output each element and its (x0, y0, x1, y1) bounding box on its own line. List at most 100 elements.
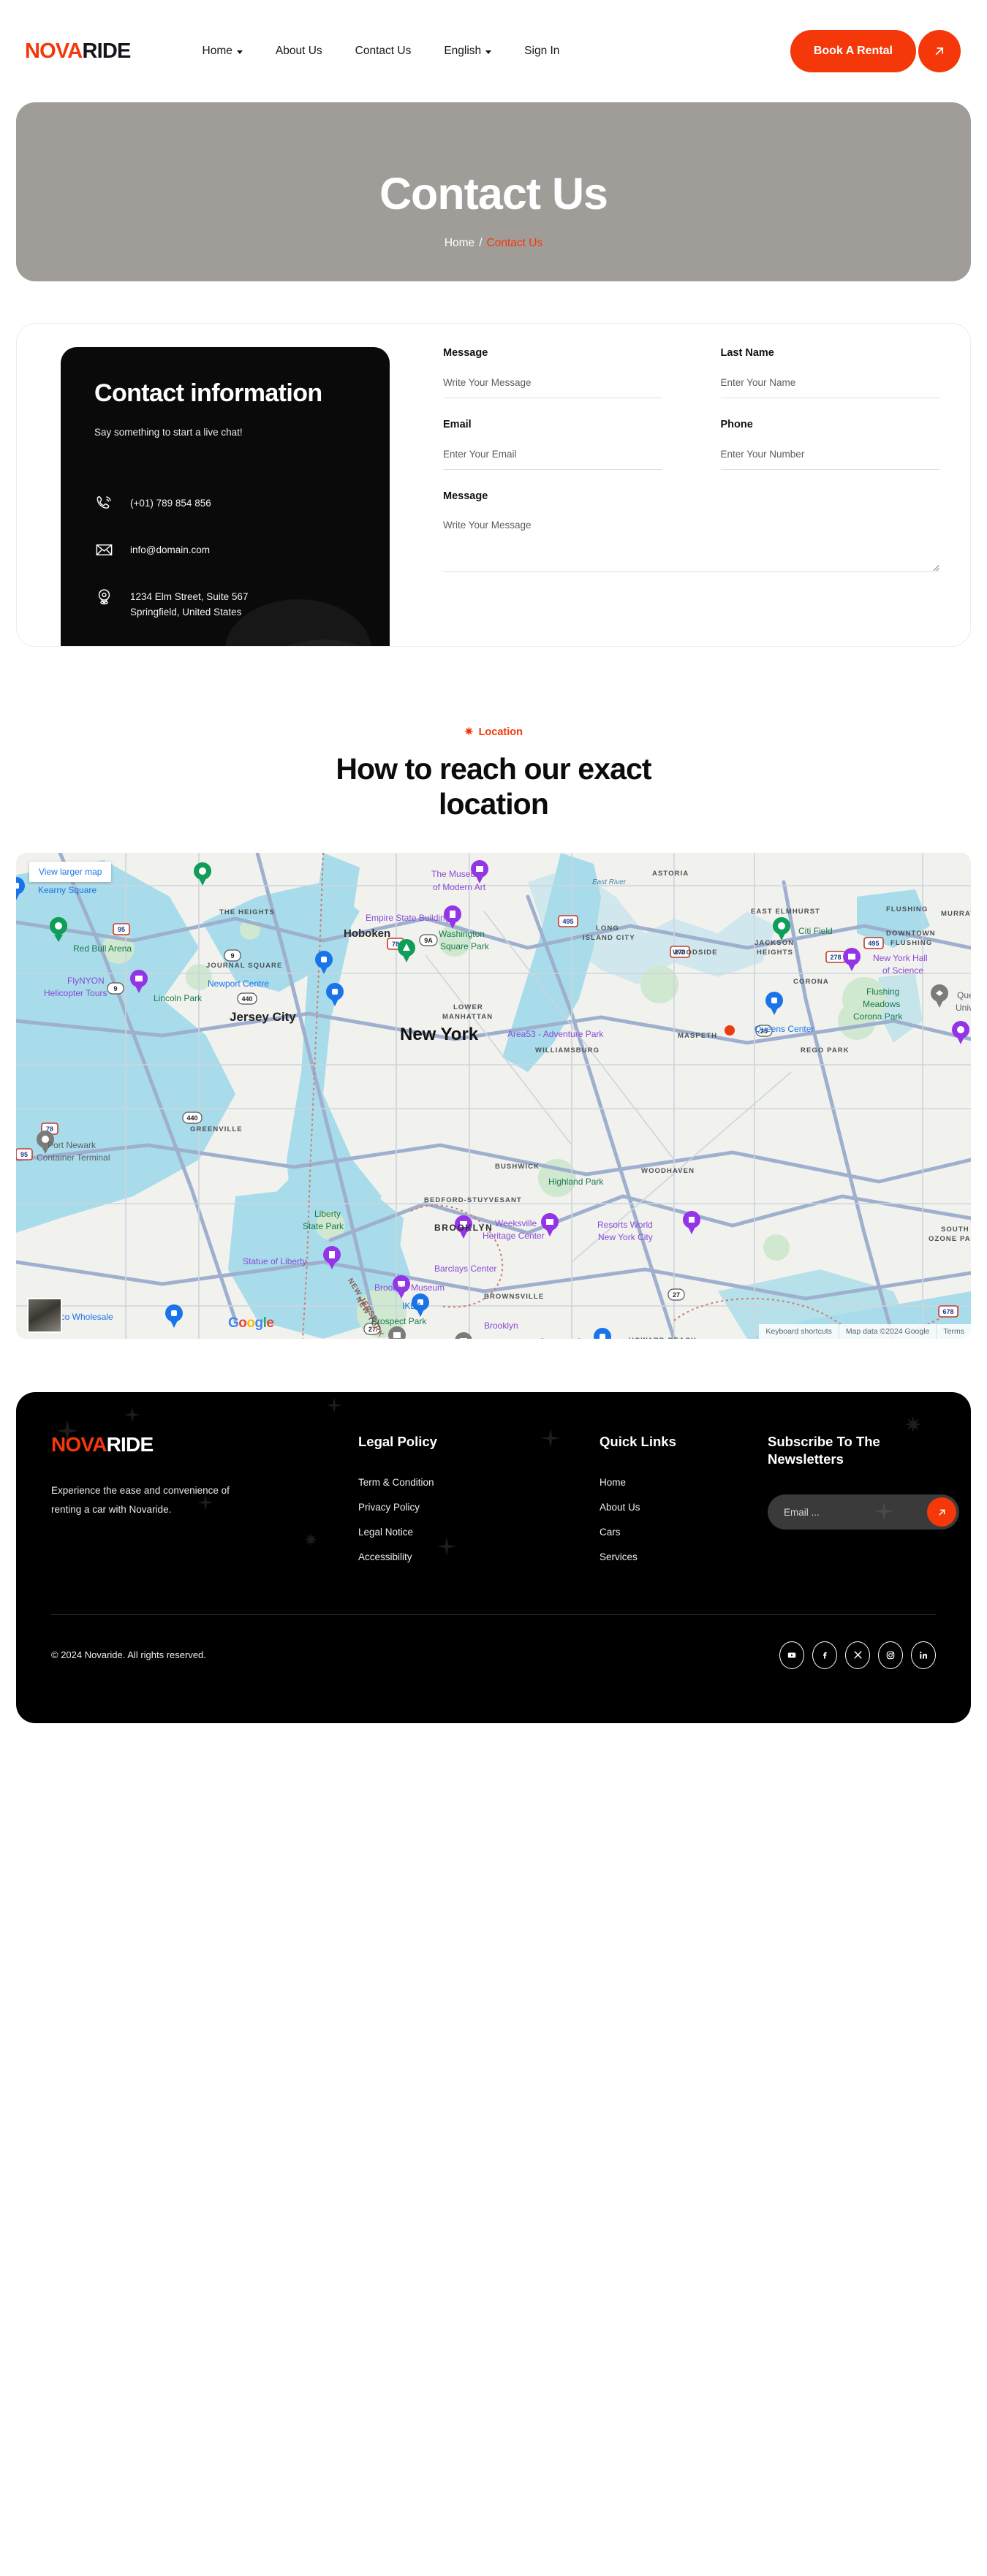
footer-description: Experience the ease and convenience of r… (51, 1484, 230, 1516)
social-linkedin[interactable] (911, 1641, 936, 1669)
map-label: MURRAY HILL (941, 909, 971, 918)
arrow-up-right-icon (938, 1508, 945, 1516)
contact-row-phone[interactable]: (+01) 789 854 856 (94, 493, 356, 513)
map-labels-layer: KearnyKearny SquareTHE HEIGHTSRed Bull A… (16, 853, 971, 1339)
map-label: REGO PARK (801, 1046, 850, 1055)
map-label: MASPETH (678, 1031, 718, 1040)
map-label: Resorts World (597, 1219, 653, 1230)
last-name-input[interactable] (720, 377, 939, 398)
contact-address-line1: 1234 Elm Street, Suite 567 (130, 591, 249, 603)
footer-link-cars[interactable]: Cars (600, 1527, 768, 1538)
footer-link-services[interactable]: Services (600, 1551, 768, 1562)
map-data-credit: Map data ©2024 Google (838, 1323, 937, 1339)
top-navbar: NOVARIDE Home About Us Contact Us Englis… (0, 0, 987, 102)
footer-link-legal-notice[interactable]: Legal Notice (358, 1527, 600, 1538)
contact-info-card: Contact information Say something to sta… (61, 347, 390, 646)
email-input[interactable] (443, 449, 662, 470)
nav-item-contact-us-label: Contact Us (355, 45, 412, 57)
location-section: ✷ Location How to reach our exact locati… (0, 726, 987, 822)
footer-heading-legal-policy: Legal Policy (358, 1433, 437, 1449)
footer-link-term-condition[interactable]: Term & Condition (358, 1477, 600, 1488)
map-label: JOURNAL SQUARE (206, 961, 283, 970)
newsletter-submit-button[interactable] (927, 1497, 956, 1527)
book-a-rental-button[interactable]: Book A Rental (790, 30, 916, 72)
map-label: FLUSHING (890, 938, 933, 947)
message-textarea[interactable] (443, 520, 939, 572)
footer-columns: NOVARIDE Experience the ease and conveni… (51, 1433, 959, 1576)
map-terms-link[interactable]: Terms (936, 1323, 971, 1339)
google-logo: Google (228, 1315, 274, 1331)
location-title-line1: How to reach our exact (336, 752, 651, 786)
nav-item-home[interactable]: Home (203, 45, 243, 58)
map-label: Lincoln Park (154, 992, 203, 1003)
field-label-email: Email (443, 419, 472, 430)
contact-phone-text: (+01) 789 854 856 (130, 498, 211, 509)
nav-item-sign-in-label: Sign In (524, 45, 560, 57)
site-logo[interactable]: NOVARIDE (25, 39, 131, 64)
map-label: Square Park (440, 941, 489, 951)
nav-item-language[interactable]: English (444, 45, 492, 58)
footer-link-about-us[interactable]: About Us (600, 1502, 768, 1513)
nav-item-sign-in[interactable]: Sign In (524, 45, 559, 58)
social-links (779, 1641, 936, 1669)
contact-row-email[interactable]: info@domain.com (94, 540, 356, 560)
breadcrumb-home-link[interactable]: Home (445, 237, 474, 250)
envelope-icon (96, 544, 113, 556)
footer-logo-nova-text: NOVA (51, 1432, 107, 1456)
map-label: THE HEIGHTS (219, 908, 275, 916)
map-attribution: Keyboard shortcuts Map data ©2024 Google… (759, 1323, 971, 1339)
map-keyboard-shortcuts[interactable]: Keyboard shortcuts (759, 1324, 838, 1339)
location-map[interactable]: 95 9 9 440 78 9A 495 495 278 278 78 95 4… (16, 852, 971, 1339)
arrow-up-right-icon (935, 47, 944, 56)
map-label: MANHATTAN (442, 1012, 494, 1021)
message-top-input[interactable] (443, 377, 662, 398)
social-facebook[interactable] (812, 1641, 837, 1669)
street-view-thumbnail[interactable] (27, 1297, 62, 1333)
map-label: Universit (956, 1002, 971, 1013)
location-title-line2: location (439, 786, 549, 821)
phone-input[interactable] (720, 449, 939, 470)
footer-link-accessibility[interactable]: Accessibility (358, 1551, 600, 1562)
footer-link-home[interactable]: Home (600, 1477, 768, 1488)
contact-form-grid: Message Last Name Email Phone Message (443, 347, 939, 596)
social-x-twitter[interactable] (845, 1641, 870, 1669)
footer-heading-newsletter: Subscribe To The Newsletters (768, 1433, 959, 1468)
newsletter-email-input[interactable] (784, 1506, 927, 1518)
view-larger-map-button[interactable]: View larger map (29, 861, 112, 882)
footer-logo-ride-text: RIDE (106, 1432, 154, 1456)
contact-section: Contact information Say something to sta… (16, 323, 971, 647)
book-a-rental-arrow-button[interactable] (918, 30, 961, 72)
contact-info-subtitle: Say something to start a live chat! (94, 427, 243, 438)
nav-item-language-label: English (444, 45, 482, 57)
map-label: HOWARD BEACH (629, 1337, 697, 1339)
social-youtube[interactable] (779, 1641, 804, 1669)
x-twitter-icon (853, 1651, 862, 1660)
map-label: Flushing (866, 986, 900, 997)
site-footer: ✷ ✷ NOVARIDE Experience the ease and con… (16, 1391, 971, 1723)
field-message-top: Message (443, 347, 662, 398)
location-pin-icon (98, 589, 110, 605)
nav-item-home-label: Home (202, 45, 232, 57)
footer-logo[interactable]: NOVARIDE (51, 1433, 358, 1456)
field-message: Message (443, 490, 939, 576)
map-label: Meadows (863, 998, 901, 1009)
nav-item-about-us[interactable]: About Us (276, 45, 322, 58)
map-label: Barclays Center (434, 1263, 497, 1274)
sparkle-icon (874, 1502, 893, 1521)
contact-address-line2: Springfield, United States (130, 607, 242, 618)
breadcrumb: Home / Contact Us (445, 237, 542, 250)
map-label: Weeksville (495, 1217, 537, 1228)
footer-link-privacy-policy[interactable]: Privacy Policy (358, 1502, 600, 1513)
footer-column-quick-links: Quick Links Home About Us Cars Services (600, 1433, 768, 1576)
nav-cta-group: Book A Rental (790, 30, 961, 72)
map-label: GREENVILLE (190, 1125, 243, 1133)
contact-address-text: 1234 Elm Street, Suite 567 Springfield, … (130, 587, 248, 620)
sparkle-icon (124, 1406, 140, 1423)
map-label: Port Newark (48, 1139, 97, 1150)
social-instagram[interactable] (878, 1641, 903, 1669)
nav-item-contact-us[interactable]: Contact Us (355, 45, 412, 58)
contact-row-address[interactable]: 1234 Elm Street, Suite 567 Springfield, … (94, 587, 356, 620)
map-label: SOUTH (941, 1225, 969, 1234)
location-eyebrow-label: Location (478, 726, 523, 738)
chevron-down-icon (485, 50, 492, 54)
